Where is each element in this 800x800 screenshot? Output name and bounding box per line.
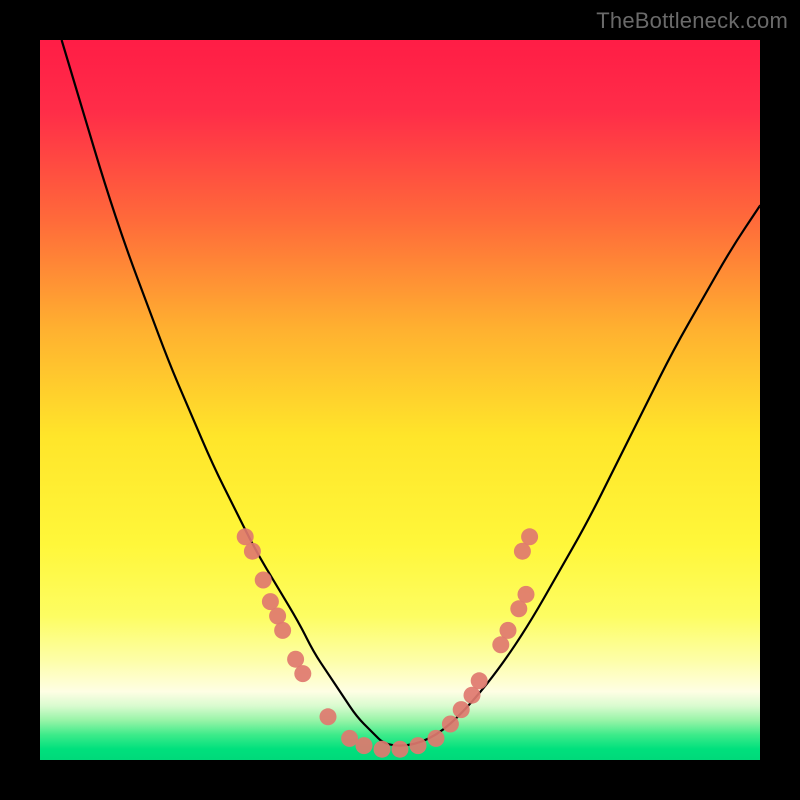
data-dot: [514, 543, 531, 560]
data-dot: [392, 741, 409, 758]
data-dot: [492, 636, 509, 653]
data-dot: [287, 651, 304, 668]
bottleneck-curve: [62, 40, 760, 746]
data-dot: [464, 687, 481, 704]
curve-layer: [40, 40, 760, 760]
data-dot: [410, 737, 427, 754]
data-dot: [262, 593, 279, 610]
data-dot: [274, 622, 291, 639]
data-dot: [428, 730, 445, 747]
data-dot: [453, 701, 470, 718]
watermark-text: TheBottleneck.com: [596, 8, 788, 34]
data-dot: [500, 622, 517, 639]
data-dot: [341, 730, 358, 747]
data-dot: [294, 665, 311, 682]
data-dot: [471, 672, 488, 689]
data-dot: [518, 586, 535, 603]
curve-dots: [237, 528, 538, 757]
data-dot: [237, 528, 254, 545]
chart-frame: TheBottleneck.com: [0, 0, 800, 800]
data-dot: [510, 600, 527, 617]
data-dot: [356, 737, 373, 754]
data-dot: [244, 543, 261, 560]
plot-area: [40, 40, 760, 760]
data-dot: [320, 708, 337, 725]
data-dot: [442, 716, 459, 733]
data-dot: [255, 572, 272, 589]
data-dot: [374, 741, 391, 758]
data-dot: [521, 528, 538, 545]
